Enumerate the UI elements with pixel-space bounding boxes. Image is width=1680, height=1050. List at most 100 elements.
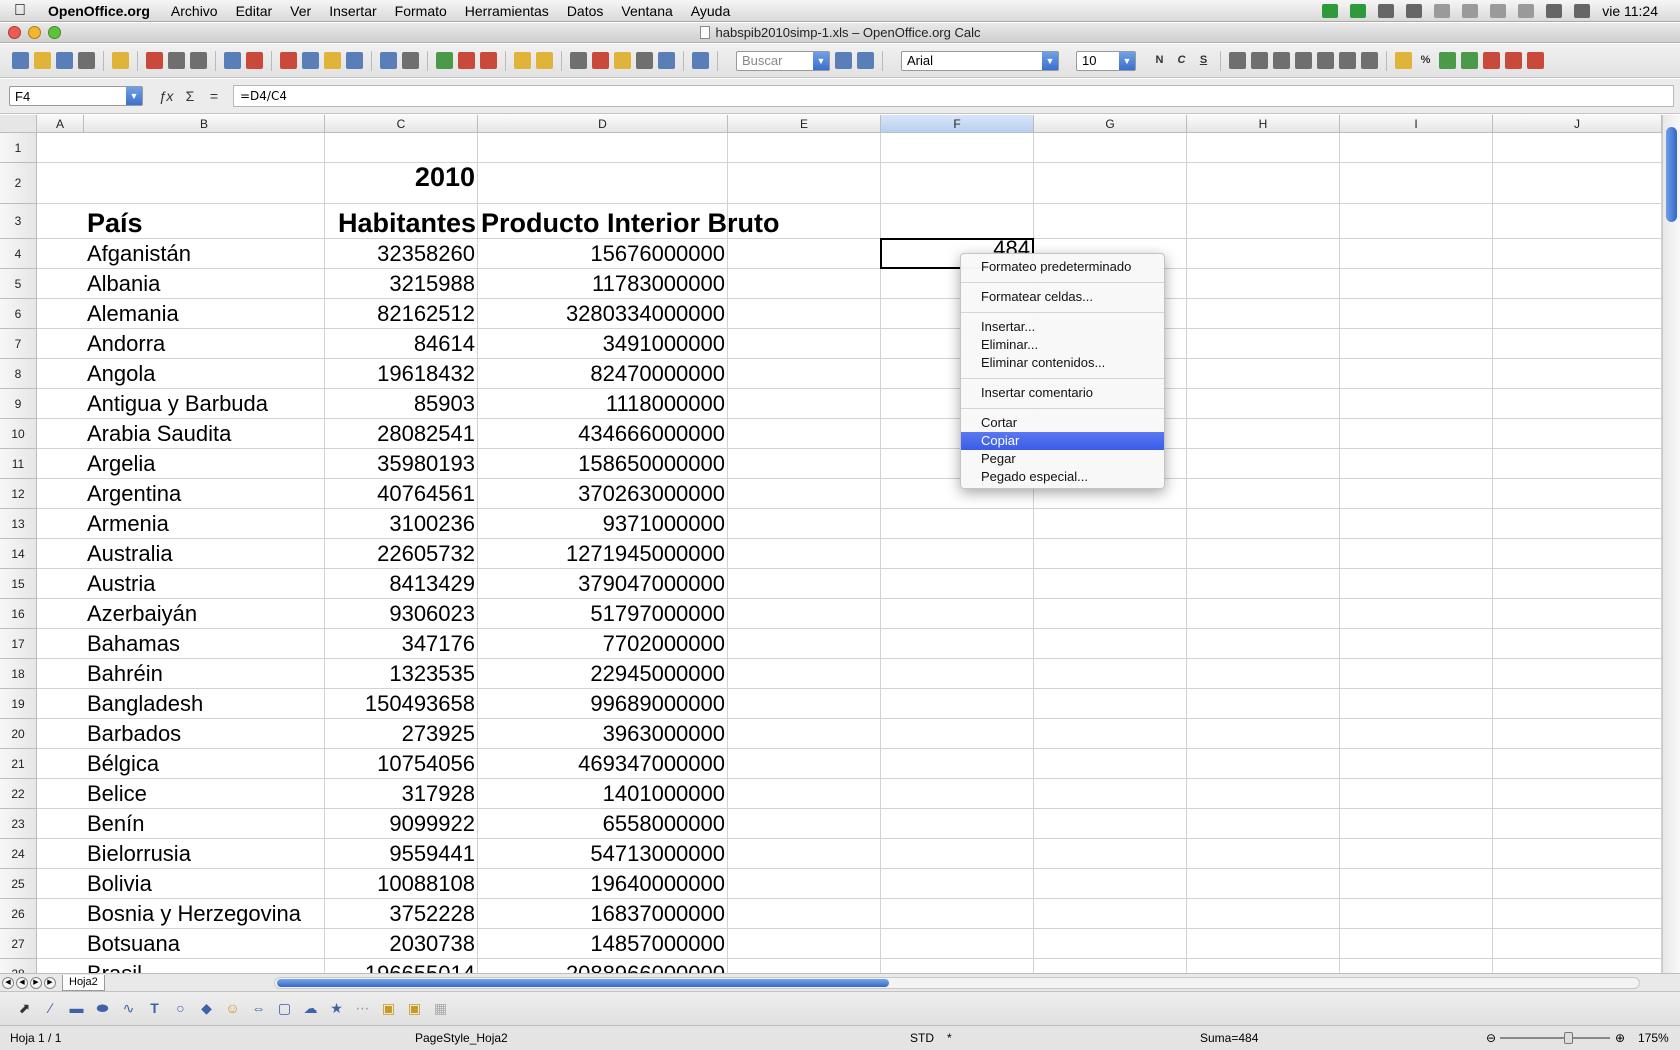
email-icon[interactable]: [78, 52, 95, 69]
search-combo[interactable]: Buscar ▼: [736, 50, 830, 71]
bluetooth-icon[interactable]: [1490, 3, 1507, 18]
new-document-icon[interactable]: [12, 52, 29, 69]
function-icon[interactable]: =: [205, 88, 223, 104]
menu-editar[interactable]: Editar: [227, 0, 282, 22]
cell-inhabitants[interactable]: 9306023: [325, 599, 475, 628]
app-menu[interactable]: OpenOffice.org: [40, 3, 162, 19]
cell-country[interactable]: Angola: [87, 359, 327, 388]
sort-ascending-icon[interactable]: [458, 52, 475, 69]
column-header-b[interactable]: B: [84, 115, 325, 133]
cell-year-header[interactable]: 2010: [325, 163, 475, 191]
row-header-28[interactable]: 28: [0, 959, 37, 973]
cell-gdp[interactable]: 2088966000000: [478, 959, 725, 973]
align-left-icon[interactable]: [1229, 52, 1246, 69]
save-icon[interactable]: [56, 52, 73, 69]
row-header-21[interactable]: 21: [0, 749, 37, 779]
chart-icon[interactable]: [514, 52, 531, 69]
autospellcheck-icon[interactable]: [246, 52, 263, 69]
clone-format-icon[interactable]: [346, 52, 363, 69]
increase-indent-icon[interactable]: [1527, 52, 1544, 69]
cell-country[interactable]: Armenia: [87, 509, 327, 538]
cell-inhabitants[interactable]: 3752228: [325, 899, 475, 928]
cell-gdp[interactable]: 99689000000: [478, 689, 725, 718]
cell-gdp[interactable]: 22945000000: [478, 659, 725, 688]
cell-inhabitants[interactable]: 10088108: [325, 869, 475, 898]
zoom-out-icon[interactable]: ⊖: [1486, 1031, 1496, 1045]
cell-inhabitants[interactable]: 9559441: [325, 839, 475, 868]
column-header-g[interactable]: G: [1034, 115, 1187, 133]
column-header-h[interactable]: H: [1187, 115, 1340, 133]
cell-inhabitants[interactable]: 3100236: [325, 509, 475, 538]
status-app-icon[interactable]: [1322, 3, 1339, 18]
cell-gdp[interactable]: 469347000000: [478, 749, 725, 778]
cell-inhabitants[interactable]: 85903: [325, 389, 475, 418]
menu-item-pegado-especial[interactable]: Pegado especial...: [961, 468, 1164, 486]
clipboard-icon[interactable]: [1406, 3, 1423, 18]
cell-gdp[interactable]: 6558000000: [478, 809, 725, 838]
undo-icon[interactable]: [380, 52, 397, 69]
cell-country[interactable]: Alemania: [87, 299, 327, 328]
cell-gdp[interactable]: 16837000000: [478, 899, 725, 928]
symbol-shapes-icon[interactable]: ☺: [224, 1001, 241, 1016]
cell-inhabitants[interactable]: 150493658: [325, 689, 475, 718]
menu-ventana[interactable]: Ventana: [612, 0, 681, 22]
cell-gdp[interactable]: 15676000000: [478, 239, 725, 268]
vertical-scroll-thumb[interactable]: [1666, 127, 1677, 222]
cell-inhabitants[interactable]: 9099922: [325, 809, 475, 838]
volume-icon[interactable]: [1574, 3, 1591, 18]
block-arrows-icon[interactable]: ⇔: [250, 1001, 267, 1016]
row-header-20[interactable]: 20: [0, 719, 37, 749]
paste-icon[interactable]: [324, 52, 341, 69]
sum-icon[interactable]: Σ: [181, 88, 199, 104]
cell-gdp[interactable]: 82470000000: [478, 359, 725, 388]
currency-format-icon[interactable]: [1395, 52, 1412, 69]
cell-inhabitants[interactable]: 317928: [325, 779, 475, 808]
cell-country[interactable]: Bahamas: [87, 629, 327, 658]
name-box[interactable]: F4 ▼: [9, 86, 143, 106]
cell-gdp[interactable]: 11783000000: [478, 269, 725, 298]
add-decimal-icon[interactable]: [1461, 52, 1478, 69]
cell-country[interactable]: Bangladesh: [87, 689, 327, 718]
spellcheck-icon[interactable]: [224, 52, 241, 69]
first-sheet-button[interactable]: ◀: [2, 976, 14, 989]
font-name-combo[interactable]: Arial ▼: [901, 50, 1059, 71]
cell-gdp[interactable]: 370263000000: [478, 479, 725, 508]
points-icon[interactable]: ⋯: [354, 1001, 371, 1016]
row-header-1[interactable]: 1: [0, 133, 37, 163]
cell-country[interactable]: Bolivia: [87, 869, 327, 898]
copy-icon[interactable]: [302, 52, 319, 69]
close-window-button[interactable]: [8, 26, 21, 39]
menu-datos[interactable]: Datos: [558, 0, 613, 22]
column-header-e[interactable]: E: [728, 115, 881, 133]
font-size-value[interactable]: 10: [1082, 53, 1096, 68]
find-previous-icon[interactable]: [857, 52, 874, 69]
menu-item-cortar[interactable]: Cortar: [961, 414, 1164, 432]
row-header-11[interactable]: 11: [0, 449, 37, 479]
cell-country[interactable]: Bélgica: [87, 749, 327, 778]
cell-inhabitants[interactable]: 3215988: [325, 269, 475, 298]
cell-inhabitants[interactable]: 40764561: [325, 479, 475, 508]
cell-gdp[interactable]: 3280334000000: [478, 299, 725, 328]
last-sheet-button[interactable]: ▶: [44, 976, 56, 989]
row-header-13[interactable]: 13: [0, 509, 37, 539]
menu-item-formatear-celdas[interactable]: Formatear celdas...: [961, 288, 1164, 306]
fontwork-icon[interactable]: ▣: [380, 1001, 397, 1016]
column-header-f[interactable]: F: [881, 115, 1034, 133]
redo-icon[interactable]: [402, 52, 419, 69]
name-box-dropdown-icon[interactable]: ▼: [126, 87, 142, 105]
menu-item-copiar[interactable]: Copiar: [961, 432, 1164, 450]
cell-country[interactable]: Botsuana: [87, 929, 327, 958]
cell-gdp[interactable]: 19640000000: [478, 869, 725, 898]
menu-archivo[interactable]: Archivo: [162, 0, 227, 22]
row-header-16[interactable]: 16: [0, 599, 37, 629]
gallery-icon[interactable]: [614, 52, 631, 69]
menubar-clock[interactable]: vie 11:24: [1602, 3, 1658, 19]
horizontal-scrollbar[interactable]: [274, 977, 1640, 989]
row-header-22[interactable]: 22: [0, 779, 37, 809]
zoom-in-icon[interactable]: ⊕: [1615, 1031, 1625, 1045]
row-header-17[interactable]: 17: [0, 629, 37, 659]
flowchart-icon[interactable]: ▢: [276, 1001, 293, 1016]
cell-country[interactable]: Arabia Saudita: [87, 419, 327, 448]
selection-sum[interactable]: Suma=484: [1200, 1031, 1258, 1045]
cell-inhabitants[interactable]: 1323535: [325, 659, 475, 688]
